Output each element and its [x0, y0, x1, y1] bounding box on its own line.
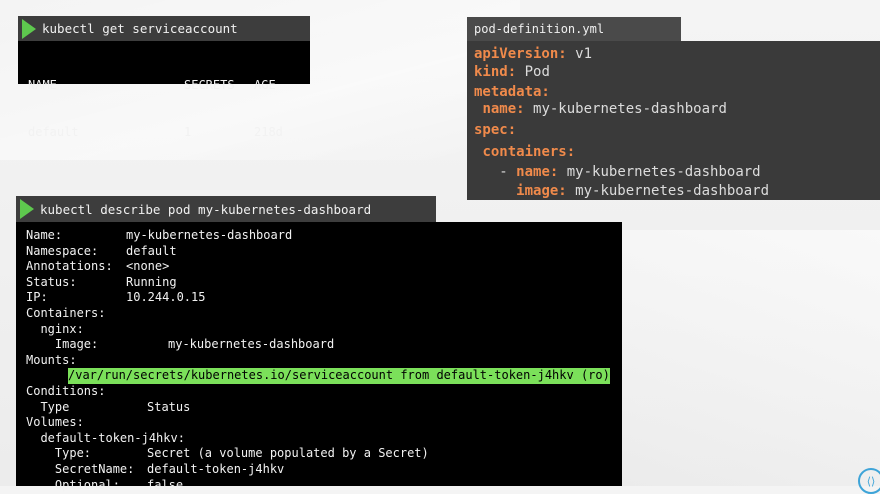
play-icon	[20, 199, 34, 219]
output-line: default-token-j4hkv:	[26, 431, 622, 447]
output-line: /var/run/secrets/kubernetes.io/serviceac…	[26, 368, 622, 384]
get-serviceaccount-output: NAME SECRETS AGE default 1 218d	[18, 41, 310, 139]
output-line: SecretName: default-token-j4hkv	[26, 462, 622, 478]
settings-icon[interactable]: ⟨⟩	[858, 468, 880, 494]
yaml-line: containers:	[474, 144, 575, 160]
line-label: Conditions:	[26, 383, 106, 398]
output-line: Conditions:	[26, 384, 622, 400]
pod-definition-yaml: apiVersion: v1 kind: Pod metadata: name: m…	[467, 41, 880, 200]
yaml-key: kind:	[474, 64, 517, 80]
output-line: Volumes:	[26, 415, 622, 431]
yaml-line: image: my-kubernetes-dashboard	[474, 183, 769, 199]
yaml-value: v1	[566, 46, 593, 62]
output-line: Type Status	[26, 400, 622, 416]
yaml-key: containers:	[482, 144, 576, 160]
header-name: NAME	[28, 78, 57, 92]
yaml-line: spec:	[474, 122, 516, 138]
line-label: Namespace:	[26, 243, 99, 258]
cell-name: default	[28, 124, 79, 139]
output-line: Name: my-kubernetes-dashboard	[26, 228, 622, 244]
output-line: Annotations: <none>	[26, 259, 622, 275]
yaml-key: image:	[516, 183, 567, 199]
line-value: false	[147, 477, 184, 492]
line-value: default-token-j4hkv	[147, 461, 285, 476]
line-label: default-token-j4hkv:	[26, 430, 185, 445]
pod-definition-file-tab: pod-definition.yml	[467, 17, 681, 41]
line-value: my-kubernetes-dashboard	[168, 337, 335, 352]
output-line: Mounts:	[26, 353, 622, 369]
yaml-value: Pod	[516, 64, 550, 80]
play-icon	[22, 18, 36, 39]
highlighted-mount-path: /var/run/secrets/kubernetes.io/serviceac…	[68, 368, 610, 384]
line-label: Status:	[26, 274, 77, 289]
output-line: IP: 10.244.0.15	[26, 290, 622, 306]
line-value: Secret (a volume populated by a Secret)	[147, 446, 429, 461]
command-text: kubectl describe pod my-kubernetes-dashb…	[40, 201, 372, 217]
yaml-key: spec:	[474, 122, 517, 138]
line-value: Status	[147, 399, 191, 414]
cell-age: 218d	[254, 124, 283, 139]
output-line: Type: Secret (a volume populated by a Sec…	[26, 446, 622, 462]
describe-pod-command-tab: kubectl describe pod my-kubernetes-dashb…	[16, 196, 436, 222]
line-value: 10.244.0.15	[126, 290, 206, 305]
yaml-line: - name: my-kubernetes-dashboard	[474, 164, 761, 180]
command-text: kubectl get serviceaccount	[42, 21, 238, 36]
describe-pod-output: Name: my-kubernetes-dashboard Namespace: de…	[16, 222, 622, 492]
yaml-indent	[474, 183, 516, 199]
header-secrets: SECRETS	[184, 78, 235, 92]
get-serviceaccount-command-tab: kubectl get serviceaccount	[18, 16, 310, 41]
line-value: default	[126, 243, 177, 258]
output-line: Optional: false	[26, 478, 622, 494]
output-line: Containers:	[26, 306, 622, 322]
yaml-line: metadata:	[474, 84, 550, 100]
line-value: <none>	[126, 259, 170, 274]
file-name: pod-definition.yml	[474, 22, 605, 36]
yaml-value: my-kubernetes-dashboard	[558, 164, 761, 180]
header-age: AGE	[254, 78, 276, 92]
line-label: Annotations:	[26, 259, 113, 274]
yaml-key: metadata:	[474, 84, 550, 100]
yaml-line: kind: Pod	[474, 64, 550, 80]
line-value: my-kubernetes-dashboard	[126, 228, 293, 242]
line-label: Type:	[26, 446, 92, 461]
yaml-value: my-kubernetes-dashboard	[524, 101, 727, 117]
yaml-indent: -	[474, 164, 517, 180]
output-line: Status: Running	[26, 275, 622, 291]
yaml-line: apiVersion: v1	[474, 46, 592, 62]
yaml-key: name:	[516, 164, 559, 180]
table-row: default 1 218d	[28, 125, 310, 141]
line-label: nginx:	[26, 321, 84, 336]
line-label: Image:	[26, 337, 99, 352]
table-header: NAME SECRETS AGE	[28, 78, 310, 94]
line-value: Running	[126, 274, 177, 289]
yaml-value: my-kubernetes-dashboard	[566, 183, 770, 199]
line-label: Mounts:	[26, 352, 77, 367]
yaml-line: name: my-kubernetes-dashboard	[474, 101, 727, 117]
output-line: Image: my-kubernetes-dashboard	[26, 337, 622, 353]
background-shape	[600, 230, 880, 486]
line-label: Type	[26, 399, 70, 414]
output-line: nginx:	[26, 322, 622, 338]
cell-secrets: 1	[184, 124, 192, 139]
line-label: Containers:	[26, 305, 106, 320]
yaml-key: name:	[482, 101, 525, 117]
line-label: IP:	[26, 290, 48, 305]
line-label: SecretName:	[26, 461, 135, 476]
line-label: Name:	[26, 228, 63, 242]
output-line: Namespace: default	[26, 244, 622, 260]
yaml-key: apiVersion:	[474, 46, 567, 62]
line-label: Volumes:	[26, 415, 84, 430]
line-label: Optional:	[26, 477, 120, 492]
